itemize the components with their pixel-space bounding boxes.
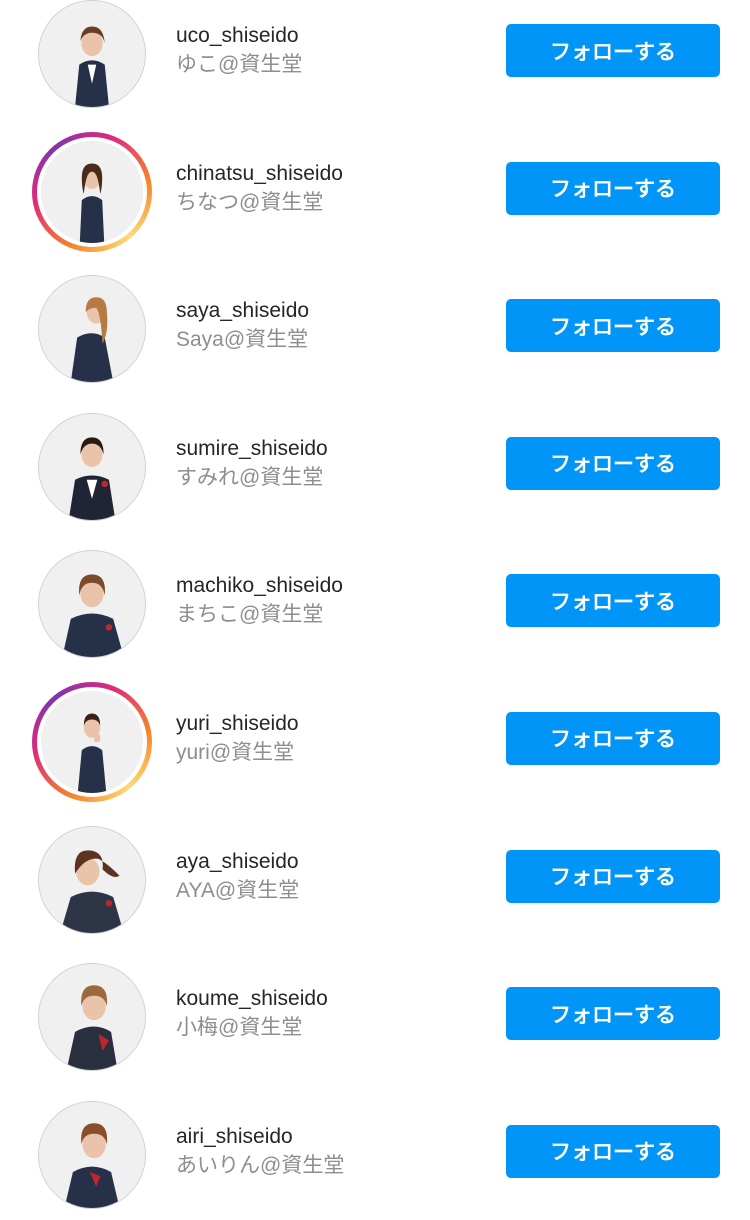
- avatar[interactable]: [37, 686, 147, 797]
- display-name: ゆこ@資生堂: [176, 53, 303, 76]
- username[interactable]: sumire_shiseido: [176, 435, 328, 463]
- username[interactable]: yuri_shiseido: [176, 710, 299, 738]
- account-row[interactable]: machiko_shiseido まちこ@資生堂 フォローする: [0, 532, 750, 670]
- account-row[interactable]: uco_shiseido ゆこ@資生堂 フォローする: [0, 0, 750, 120]
- account-row[interactable]: chinatsu_shiseido ちなつ@資生堂 フォローする: [0, 120, 750, 258]
- follow-button[interactable]: フォローする: [506, 24, 720, 77]
- display-name: あいりん@資生堂: [176, 1153, 345, 1177]
- avatar[interactable]: [38, 963, 146, 1072]
- account-row[interactable]: yuri_shiseido yuri@資生堂 フォローする: [0, 670, 750, 808]
- display-name: すみれ@資生堂: [176, 465, 324, 489]
- avatar[interactable]: [38, 275, 146, 384]
- person-photo-icon: [39, 413, 145, 520]
- display-name: まちこ@資生堂: [176, 603, 324, 627]
- avatar-frame[interactable]: [32, 1095, 152, 1215]
- account-row[interactable]: sumire_shiseido すみれ@資生堂 フォローする: [0, 395, 750, 533]
- username[interactable]: airi_shiseido: [176, 1123, 344, 1151]
- username[interactable]: aya_shiseido: [176, 848, 299, 876]
- person-photo-icon: [39, 826, 145, 933]
- display-name: AYA@資生堂: [176, 878, 300, 902]
- display-name: yuri@資生堂: [176, 740, 295, 764]
- display-name: 小梅@資生堂: [176, 1016, 303, 1040]
- username[interactable]: saya_shiseido: [176, 297, 309, 325]
- person-photo-icon: [41, 140, 143, 243]
- username[interactable]: chinatsu_shiseido: [176, 160, 343, 188]
- username[interactable]: machiko_shiseido: [176, 572, 343, 600]
- person-photo-icon: [41, 690, 143, 793]
- follow-button[interactable]: フォローする: [506, 436, 720, 490]
- account-row[interactable]: saya_shiseido Saya@資生堂 フォローする: [0, 257, 750, 395]
- follow-button[interactable]: フォローする: [506, 299, 720, 353]
- avatar-frame[interactable]: [32, 957, 152, 1077]
- avatar-frame[interactable]: [32, 269, 152, 389]
- follow-button[interactable]: フォローする: [506, 849, 720, 903]
- story-ring[interactable]: [32, 681, 152, 802]
- person-photo-icon: [39, 964, 145, 1071]
- account-row[interactable]: airi_shiseido あいりん@資生堂 フォローする: [0, 1083, 750, 1220]
- avatar-frame[interactable]: [32, 407, 152, 527]
- person-photo-icon: [39, 1101, 145, 1208]
- avatar[interactable]: [38, 412, 146, 521]
- follow-button[interactable]: フォローする: [506, 711, 720, 765]
- display-name: ちなつ@資生堂: [176, 190, 324, 214]
- avatar[interactable]: [38, 825, 146, 934]
- follow-button[interactable]: フォローする: [506, 574, 720, 628]
- person-photo-icon: [39, 551, 145, 658]
- username[interactable]: koume_shiseido: [176, 985, 328, 1013]
- avatar[interactable]: [37, 136, 147, 247]
- account-row[interactable]: koume_shiseido 小梅@資生堂 フォローする: [0, 945, 750, 1083]
- avatar-frame[interactable]: [32, 544, 152, 664]
- avatar-frame[interactable]: [32, 820, 152, 940]
- display-name: Saya@資生堂: [176, 328, 309, 352]
- follow-button[interactable]: フォローする: [506, 1124, 720, 1178]
- username[interactable]: uco_shiseido: [176, 22, 302, 50]
- avatar[interactable]: [38, 0, 146, 108]
- avatar[interactable]: [38, 550, 146, 659]
- person-photo-icon: [39, 1, 145, 107]
- avatar-frame[interactable]: [32, 0, 152, 114]
- account-row[interactable]: aya_shiseido AYA@資生堂 フォローする: [0, 808, 750, 946]
- person-photo-icon: [39, 276, 145, 383]
- suggested-accounts-list: uco_shiseido ゆこ@資生堂 フォローする chinatsu_shis…: [0, 0, 750, 1220]
- follow-button[interactable]: フォローする: [506, 161, 720, 215]
- story-ring[interactable]: [32, 131, 152, 252]
- avatar[interactable]: [38, 1100, 146, 1209]
- follow-button[interactable]: フォローする: [506, 987, 720, 1041]
